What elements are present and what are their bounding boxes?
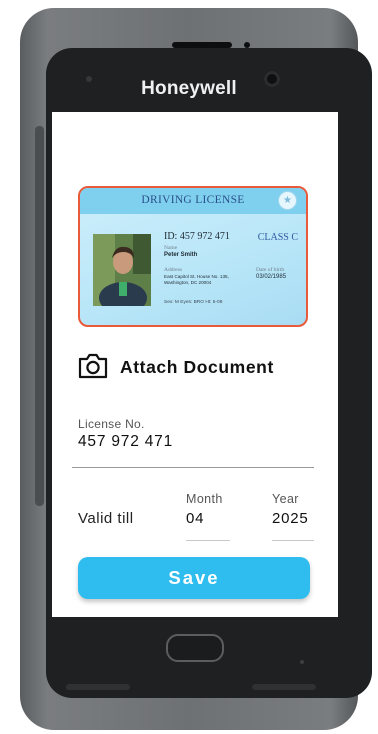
earpiece-speaker: [172, 42, 232, 48]
attach-document-button[interactable]: Attach Document: [120, 357, 274, 378]
license-number-underline: [72, 467, 314, 468]
card-class: CLASS C: [257, 232, 298, 243]
bottom-right-foot: [252, 684, 316, 690]
seal-icon: ★: [278, 191, 297, 210]
home-button[interactable]: [166, 634, 224, 662]
valid-till-label: Valid till: [78, 510, 134, 527]
device-brand-logo: Honeywell: [141, 78, 237, 99]
driving-license-card[interactable]: DRIVING LICENSE ★ ID: 457 972 471 CLASS …: [78, 186, 308, 327]
dob-value: 03/02/1985: [256, 274, 287, 280]
save-button[interactable]: Save: [78, 557, 310, 599]
dob-label: Date of birth: [256, 267, 285, 273]
card-details-line: Sex: M Eyes: BRO Ht: 5-08: [164, 300, 223, 305]
month-underline: [186, 540, 230, 541]
license-number-field[interactable]: 457 972 471: [78, 433, 173, 451]
camera-icon[interactable]: [78, 352, 108, 380]
year-label: Year: [272, 492, 299, 506]
portrait-image: [93, 234, 151, 306]
bottom-left-foot: [66, 684, 130, 690]
address-value: East Capitol St. House No. 135, Washingt…: [164, 274, 229, 285]
license-number-label: License No.: [78, 417, 145, 431]
month-label: Month: [186, 492, 223, 506]
year-underline: [272, 540, 314, 541]
card-title: DRIVING LICENSE: [141, 194, 245, 206]
name-label: Name: [164, 245, 178, 251]
card-id: ID: 457 972 471: [164, 231, 230, 242]
microphone-dot: [300, 660, 304, 664]
top-sensor-dot: [244, 42, 250, 48]
left-bumper: [35, 126, 44, 506]
address-label: Address: [164, 267, 183, 273]
app-screen: DRIVING LICENSE ★ ID: 457 972 471 CLASS …: [52, 112, 338, 617]
year-field[interactable]: 2025: [272, 510, 309, 527]
license-photo: [93, 234, 151, 306]
name-value: Peter Smith: [164, 252, 198, 258]
month-field[interactable]: 04: [186, 510, 204, 527]
